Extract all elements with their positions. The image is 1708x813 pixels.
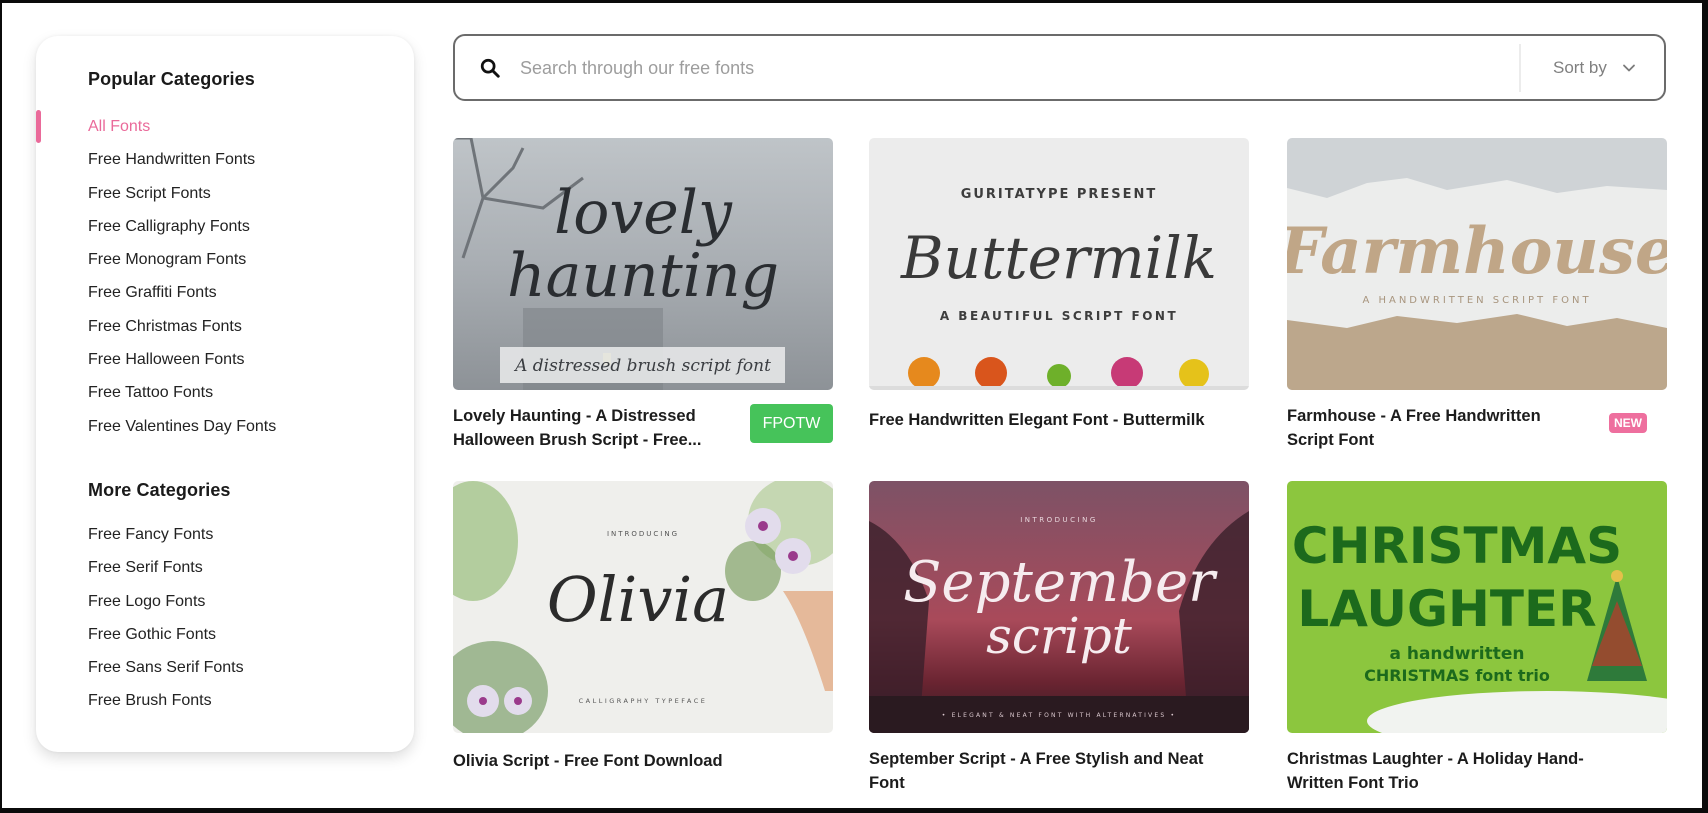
preview-text-line1: CHRISTMAS bbox=[1292, 517, 1622, 575]
font-preview-image[interactable]: lovely haunting A distressed brush scrip… bbox=[453, 138, 833, 390]
sort-by-label: Sort by bbox=[1553, 57, 1607, 77]
sidebar-item-script[interactable]: Free Script Fonts bbox=[88, 177, 276, 210]
chevron-down-icon bbox=[1622, 64, 1635, 71]
search-input[interactable] bbox=[520, 48, 1440, 88]
preview-caption: CALLIGRAPHY TYPEFACE bbox=[579, 697, 708, 705]
font-card-title[interactable]: Farmhouse - A Free Handwritten Script Fo… bbox=[1287, 404, 1577, 452]
sidebar-item-tattoo[interactable]: Free Tattoo Fonts bbox=[88, 376, 276, 409]
font-preview-image[interactable]: Farmhouse A HANDWRITTEN SCRIPT FONT bbox=[1287, 138, 1667, 390]
sidebar-item-graffiti[interactable]: Free Graffiti Fonts bbox=[88, 276, 276, 309]
preview-caption-line1: a handwritten bbox=[1389, 644, 1524, 664]
fpotw-badge: FPOTW bbox=[750, 404, 833, 443]
sort-by-dropdown[interactable]: Sort by bbox=[1553, 36, 1637, 99]
preview-caption: A HANDWRITTEN SCRIPT FONT bbox=[1362, 295, 1591, 306]
font-card[interactable]: GURITATYPE PRESENT Buttermilk A BEAUTIFU… bbox=[869, 138, 1249, 429]
preview-text: Farmhouse bbox=[1287, 214, 1667, 289]
sidebar-item-valentines[interactable]: Free Valentines Day Fonts bbox=[88, 410, 276, 443]
page: Popular Categories All Fonts Free Handwr… bbox=[2, 3, 1702, 808]
preview-text-line1: lovely bbox=[554, 178, 733, 248]
preview-text-line2: script bbox=[986, 607, 1133, 665]
preview-text-line2: LAUGHTER bbox=[1297, 580, 1596, 638]
font-card[interactable]: Farmhouse A HANDWRITTEN SCRIPT FONT Farm… bbox=[1287, 138, 1667, 449]
preview-top-text: INTRODUCING bbox=[607, 530, 679, 538]
active-indicator bbox=[36, 110, 41, 143]
font-card[interactable]: INTRODUCING September script • ELEGANT &… bbox=[869, 481, 1249, 792]
search-bar: Sort by bbox=[453, 34, 1666, 101]
sidebar-item-halloween[interactable]: Free Halloween Fonts bbox=[88, 343, 276, 376]
more-categories-heading: More Categories bbox=[88, 480, 231, 500]
preview-caption: A distressed brush script font bbox=[513, 356, 771, 376]
sidebar-item-fancy[interactable]: Free Fancy Fonts bbox=[88, 518, 244, 551]
preview-caption: A BEAUTIFUL SCRIPT FONT bbox=[940, 309, 1178, 323]
category-sidebar: Popular Categories All Fonts Free Handwr… bbox=[36, 36, 414, 752]
font-card-title[interactable]: Olivia Script - Free Font Download bbox=[453, 749, 833, 773]
sidebar-item-serif[interactable]: Free Serif Fonts bbox=[88, 551, 244, 584]
preview-caption: • ELEGANT & NEAT FONT WITH ALTERNATIVES … bbox=[942, 712, 1176, 719]
font-card-title[interactable]: September Script - A Free Stylish and Ne… bbox=[869, 747, 1239, 795]
sidebar-item-christmas[interactable]: Free Christmas Fonts bbox=[88, 310, 276, 343]
search-divider bbox=[1519, 44, 1521, 92]
preview-text-line1: September bbox=[903, 550, 1218, 615]
font-card-title[interactable]: Christmas Laughter - A Holiday Hand-Writ… bbox=[1287, 747, 1627, 795]
font-card-title[interactable]: Free Handwritten Elegant Font - Buttermi… bbox=[869, 408, 1249, 432]
sidebar-item-handwritten[interactable]: Free Handwritten Fonts bbox=[88, 143, 276, 176]
preview-top-text: INTRODUCING bbox=[1020, 516, 1098, 524]
sidebar-item-sans-serif[interactable]: Free Sans Serif Fonts bbox=[88, 651, 244, 684]
preview-text: Buttermilk bbox=[900, 224, 1217, 292]
font-preview-image[interactable]: GURITATYPE PRESENT Buttermilk A BEAUTIFU… bbox=[869, 138, 1249, 390]
sidebar-item-monogram[interactable]: Free Monogram Fonts bbox=[88, 243, 276, 276]
font-preview-image[interactable]: CHRISTMAS LAUGHTER a handwritten CHRISTM… bbox=[1287, 481, 1667, 733]
font-card[interactable]: CHRISTMAS LAUGHTER a handwritten CHRISTM… bbox=[1287, 481, 1667, 792]
font-card-title[interactable]: Lovely Haunting - A Distressed Halloween… bbox=[453, 404, 743, 452]
preview-caption-line2: CHRISTMAS font trio bbox=[1364, 666, 1550, 685]
popular-categories-heading: Popular Categories bbox=[88, 69, 255, 89]
sidebar-item-all-fonts[interactable]: All Fonts bbox=[88, 110, 276, 143]
preview-text-line2: haunting bbox=[507, 241, 779, 311]
search-icon[interactable] bbox=[479, 57, 501, 79]
preview-top-text: GURITATYPE PRESENT bbox=[961, 187, 1158, 202]
sidebar-item-gothic[interactable]: Free Gothic Fonts bbox=[88, 618, 244, 651]
sidebar-item-calligraphy[interactable]: Free Calligraphy Fonts bbox=[88, 210, 276, 243]
sidebar-item-brush[interactable]: Free Brush Fonts bbox=[88, 684, 244, 717]
popular-categories-list: All Fonts Free Handwritten Fonts Free Sc… bbox=[88, 110, 276, 443]
font-card[interactable]: lovely haunting A distressed brush scrip… bbox=[453, 138, 833, 449]
more-categories-list: Free Fancy Fonts Free Serif Fonts Free L… bbox=[88, 518, 244, 718]
preview-text: Olivia bbox=[547, 563, 729, 636]
font-preview-image[interactable]: INTRODUCING September script • ELEGANT &… bbox=[869, 481, 1249, 733]
new-badge: NEW bbox=[1609, 413, 1647, 433]
font-card[interactable]: INTRODUCING Olivia CALLIGRAPHY TYPEFACE … bbox=[453, 481, 833, 770]
sidebar-item-logo[interactable]: Free Logo Fonts bbox=[88, 585, 244, 618]
font-preview-image[interactable]: INTRODUCING Olivia CALLIGRAPHY TYPEFACE bbox=[453, 481, 833, 733]
